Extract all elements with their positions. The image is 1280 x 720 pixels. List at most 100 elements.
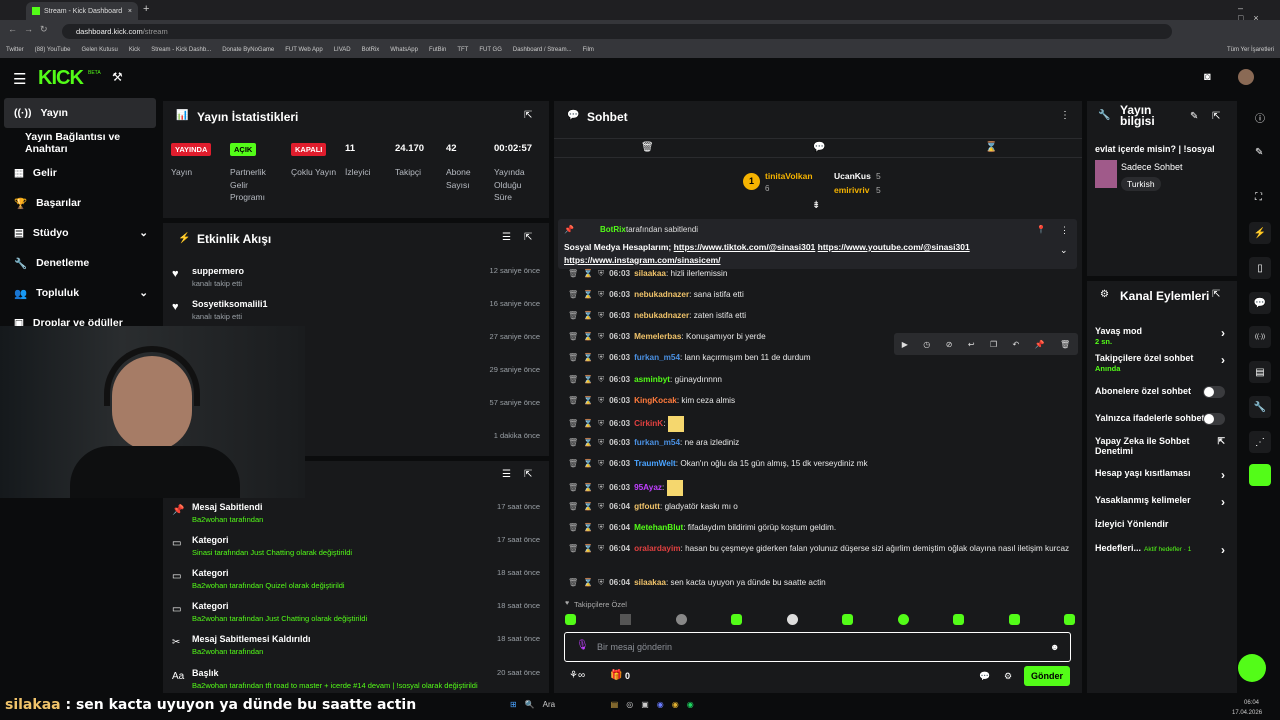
emoji-icon[interactable]: ☻ [1050,642,1059,652]
pin-icon[interactable]: 📌 [1035,340,1045,349]
bookmark-item[interactable]: WhatsApp [390,47,418,53]
clock-icon[interactable]: ◷ [923,340,930,349]
leader-name[interactable]: emirivriv [834,185,869,195]
hourglass-icon[interactable]: ⌛ [583,396,593,405]
link[interactable]: https://www.youtube.com/@sinasi301 [818,242,970,252]
url-bar[interactable]: dashboard.kick.com/stream [62,24,1172,39]
trash-icon[interactable]: 🗑 [568,459,578,468]
trash-icon[interactable]: 🗑 [1060,340,1070,349]
hourglass-icon[interactable]: ⌛ [583,523,593,532]
message-username[interactable]: KingKocak [634,396,677,405]
hourglass-icon[interactable]: ⌛ [583,332,593,341]
bolt-icon[interactable]: ⚡ [1249,222,1271,244]
message-username[interactable]: MetehanBlut [634,523,683,532]
trash-icon[interactable]: 🗑 [568,523,578,532]
trash-icon[interactable]: 🗑 [641,142,654,153]
bookmark-item[interactable]: Twitter [6,47,24,53]
app-icon[interactable]: ◎ [626,700,633,709]
reply-icon[interactable]: ↩ [968,340,975,349]
bookmark-item[interactable]: LIVAD [334,47,351,53]
trash-icon[interactable]: 🗑 [568,578,578,587]
avatar[interactable] [1238,69,1254,85]
fullscreen-icon[interactable]: ⛶ [1255,192,1262,203]
message-username[interactable]: 95Ayaz [634,483,662,492]
wrench-icon[interactable]: 🔧 [1249,396,1271,418]
kick-green-button[interactable] [1249,464,1271,486]
bookmark-item[interactable]: FutBin [429,47,446,53]
unpin-icon[interactable]: 📍 [1036,225,1046,234]
message-username[interactable]: silaakaa [634,269,666,278]
bookmark-item[interactable]: BotRix [362,47,380,53]
bookmark-item[interactable]: Dashboard / Stream... [513,47,572,53]
popout-icon[interactable]: ⇱ [524,110,532,121]
bookmark-item[interactable]: FUT Web App [285,47,322,53]
channel-action[interactable]: Abonelere özel sohbet [1095,386,1225,398]
chat-message[interactable]: 🗑 ⌛ ⛨ 06:03 silaakaa: hizli ilerlemissin [568,268,1073,280]
message-username[interactable]: silaakaa [634,578,666,587]
message-username[interactable]: asminbyt [634,375,670,384]
chat-message[interactable]: 🗑 ⌛ ⛨ 06:03 asminbyt: günaydınnnn [568,374,1073,386]
bookmark-item[interactable]: Film [583,47,594,53]
popout-icon[interactable]: ⇱ [524,469,532,480]
chat-message[interactable]: 🗑 ⌛ ⛨ 06:03 furkan_m54: ne ara izlediniz [568,437,1073,449]
undo-icon[interactable]: ↶ [1013,340,1020,349]
trash-icon[interactable]: 🗑 [568,269,578,278]
trash-icon[interactable]: 🗑 [568,502,578,511]
leader-name[interactable]: tinitaVolkan [765,171,813,181]
app-icon[interactable]: ▣ [641,700,649,709]
trash-icon[interactable]: 🗑 [568,353,578,362]
link[interactable]: https://www.instagram.com/sinasicem/ [564,255,721,265]
chat-bubble-icon[interactable]: 💬 [979,671,990,682]
popout-icon[interactable]: ⇱ [1212,111,1220,122]
trash-icon[interactable]: 🗑 [568,332,578,341]
send-button[interactable]: Gönder [1024,666,1070,686]
layers-icon[interactable]: ▤ [1249,361,1271,383]
gift-icon[interactable]: 🎁 [610,670,622,681]
bookmark-item[interactable]: Donate ByNoGame [222,47,274,53]
trash-icon[interactable]: 🗑 [568,483,578,492]
message-username[interactable]: nebukadnazer [634,290,689,299]
hammer-icon[interactable]: ⚒ [112,70,123,84]
sidebar-item-denetleme[interactable]: 🔧 Denetleme [0,248,162,278]
taskbar-search[interactable]: Ara [543,700,603,709]
no-chat-icon[interactable]: ⊘ [946,340,953,349]
share-icon[interactable]: ⋰ [1249,431,1271,453]
hourglass-icon[interactable]: ⌛ [583,544,593,553]
chat-message[interactable]: 🗑 ⌛ ⛨ 06:04 silaakaa: sen kacta uyuyon ya dü… [568,577,1073,589]
copy-icon[interactable]: ❐ [990,340,997,349]
sidebar-item-basarilar[interactable]: 🏆 Başarılar [0,188,162,218]
toggle-switch[interactable] [1203,386,1225,398]
message-username[interactable]: furkan_m54 [634,438,680,447]
chat-bubble-icon[interactable]: 💬 [813,142,825,153]
app-icon[interactable]: ▤ [611,700,619,709]
search-icon[interactable]: 🔍 [525,700,535,709]
hourglass-icon[interactable]: ⌛ [583,375,593,384]
hourglass-icon[interactable]: ⌛ [583,438,593,447]
sidebar-item-yayin[interactable]: ((·)) Yayın [4,98,156,128]
channel-action[interactable]: Takipçilere özel sohbet Anında › [1095,353,1225,373]
hourglass-icon[interactable]: ⌛ [583,459,593,468]
toggle-switch[interactable] [1203,413,1225,425]
chat-message[interactable]: 🗑 ⌛ ⛨ 06:03 nebukadnazer: sana istifa etti [568,289,1073,301]
edit-icon[interactable]: ✎ [1255,147,1263,158]
chat-message[interactable]: 🗑 ⌛ ⛨ 06:03 TraumWelt: Okan'ın oğlu da 15 gü… [568,458,1073,470]
trash-icon[interactable]: 🗑 [568,290,578,299]
hourglass-icon[interactable]: ⌛ [583,483,593,492]
infinity-icon[interactable]: ⚘∞ [569,670,585,681]
trash-icon[interactable]: 🗑 [568,544,578,553]
chrome-icon[interactable]: ◉ [672,700,679,709]
chat-message[interactable]: 🗑 ⌛ ⛨ 06:04 MetehanBlut: fifadaydım bildirim… [568,522,1073,534]
more-icon[interactable]: ⋮ [1060,225,1069,236]
trash-icon[interactable]: 🗑 [568,396,578,405]
hourglass-icon[interactable]: ⌛ [583,269,593,278]
trash-icon[interactable]: 🗑 [568,375,578,384]
filter-icon[interactable]: ☰ [502,232,511,243]
hourglass-icon[interactable]: ⌛ [583,502,593,511]
bookmark-item[interactable]: Kick [129,47,140,53]
support-button[interactable] [1238,654,1266,682]
menu-icon[interactable]: ☰ [13,70,26,88]
channel-action[interactable]: Hesap yaşı kısıtlaması › [1095,468,1225,482]
bookmark-item[interactable]: Gelen Kutusu [81,47,117,53]
leader-name[interactable]: UcanKus [834,171,871,181]
channel-action[interactable]: Yasaklanmış kelimeler › [1095,495,1225,509]
